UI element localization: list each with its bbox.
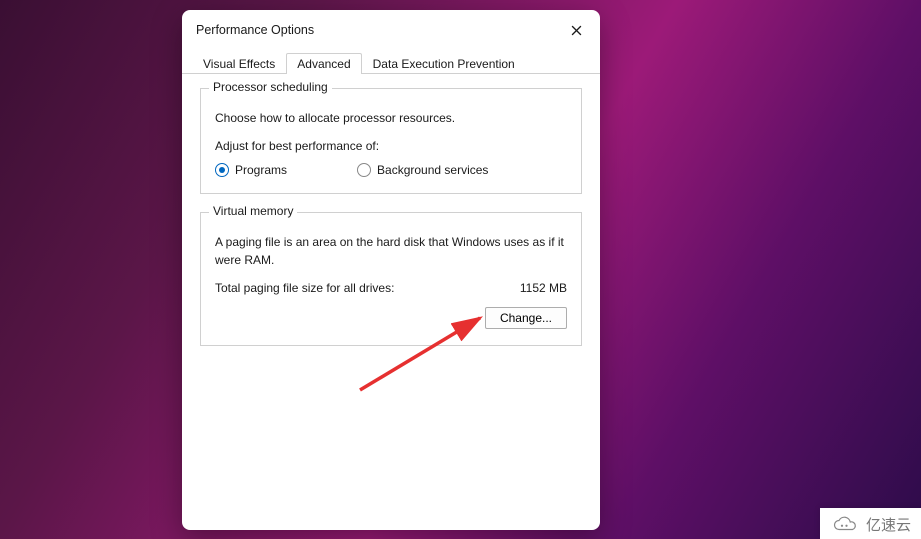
watermark-text: 亿速云 <box>866 514 911 535</box>
change-button[interactable]: Change... <box>485 307 567 329</box>
radio-programs-label: Programs <box>235 163 287 177</box>
processor-scheduling-group: Processor scheduling Choose how to alloc… <box>200 88 582 194</box>
radio-programs[interactable]: Programs <box>215 163 287 177</box>
group-legend: Virtual memory <box>209 204 297 218</box>
virtual-memory-group: Virtual memory A paging file is an area … <box>200 212 582 346</box>
tab-advanced[interactable]: Advanced <box>286 53 361 74</box>
cloud-icon <box>830 515 860 535</box>
paging-total-value: 1152 MB <box>520 281 567 295</box>
tab-strip: Visual Effects Advanced Data Execution P… <box>182 50 600 74</box>
adjust-subhead: Adjust for best performance of: <box>215 139 567 153</box>
processor-desc: Choose how to allocate processor resourc… <box>215 109 567 127</box>
paging-total-row: Total paging file size for all drives: 1… <box>215 281 567 295</box>
tab-panel-advanced: Processor scheduling Choose how to alloc… <box>182 74 600 360</box>
performance-options-dialog: Performance Options Visual Effects Advan… <box>182 10 600 530</box>
tab-visual-effects[interactable]: Visual Effects <box>192 53 286 74</box>
radio-background-label: Background services <box>377 163 488 177</box>
paging-total-label: Total paging file size for all drives: <box>215 281 394 295</box>
radio-dot-icon <box>215 163 229 177</box>
radio-background-services[interactable]: Background services <box>357 163 488 177</box>
tab-data-execution-prevention[interactable]: Data Execution Prevention <box>362 53 526 74</box>
radio-group-performance: Programs Background services <box>215 163 567 177</box>
radio-dot-icon <box>357 163 371 177</box>
dialog-title: Performance Options <box>196 23 314 37</box>
titlebar: Performance Options <box>182 10 600 50</box>
group-legend: Processor scheduling <box>209 80 332 94</box>
vm-desc: A paging file is an area on the hard dis… <box>215 233 567 269</box>
watermark: 亿速云 <box>820 508 921 539</box>
close-icon <box>571 25 582 36</box>
close-button[interactable] <box>562 18 590 42</box>
